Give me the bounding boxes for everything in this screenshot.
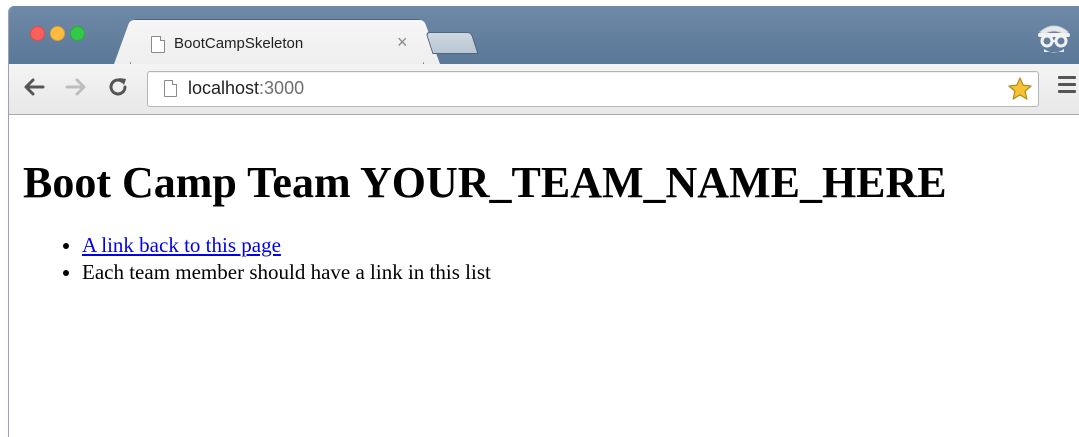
page-link[interactable]: A link back to this page xyxy=(82,233,281,257)
tab-title: BootCampSkeleton xyxy=(174,35,304,52)
reload-icon xyxy=(109,78,127,96)
reload-button[interactable] xyxy=(105,74,131,100)
browser-window: BootCampSkeleton × localhost:3000 Boot C… xyxy=(8,6,1079,437)
incognito-icon xyxy=(1038,25,1070,53)
tab-strip: BootCampSkeleton × xyxy=(9,6,1079,64)
page-content: Boot Camp Team YOUR_TEAM_NAME_HERE A lin… xyxy=(9,115,1079,437)
star-icon[interactable] xyxy=(1006,75,1034,103)
url-text[interactable]: localhost:3000 xyxy=(188,78,304,99)
url-port: :3000 xyxy=(259,78,305,98)
forward-button[interactable] xyxy=(63,74,89,100)
zoom-window-button[interactable] xyxy=(70,26,85,41)
address-bar[interactable]: localhost:3000 xyxy=(147,71,1039,107)
hamburger-menu-icon[interactable] xyxy=(1058,76,1076,96)
close-window-button[interactable] xyxy=(30,26,45,41)
minimize-window-button[interactable] xyxy=(50,26,65,41)
back-arrow-icon xyxy=(24,78,45,96)
tab-bootcampskeleton[interactable]: BootCampSkeleton × xyxy=(131,20,423,64)
new-tab-button[interactable] xyxy=(425,32,479,54)
forward-arrow-icon xyxy=(65,78,86,96)
list-item: A link back to this page xyxy=(82,232,491,259)
url-host: localhost xyxy=(188,78,260,98)
tab-close-button[interactable]: × xyxy=(397,32,408,53)
page-icon xyxy=(164,80,177,97)
page-heading: Boot Camp Team YOUR_TEAM_NAME_HERE xyxy=(23,158,947,207)
back-button[interactable] xyxy=(21,74,47,100)
browser-toolbar: localhost:3000 xyxy=(9,64,1079,115)
team-list: A link back to this page Each team membe… xyxy=(41,232,491,286)
page-icon xyxy=(151,36,165,53)
list-item: Each team member should have a link in t… xyxy=(82,259,491,286)
